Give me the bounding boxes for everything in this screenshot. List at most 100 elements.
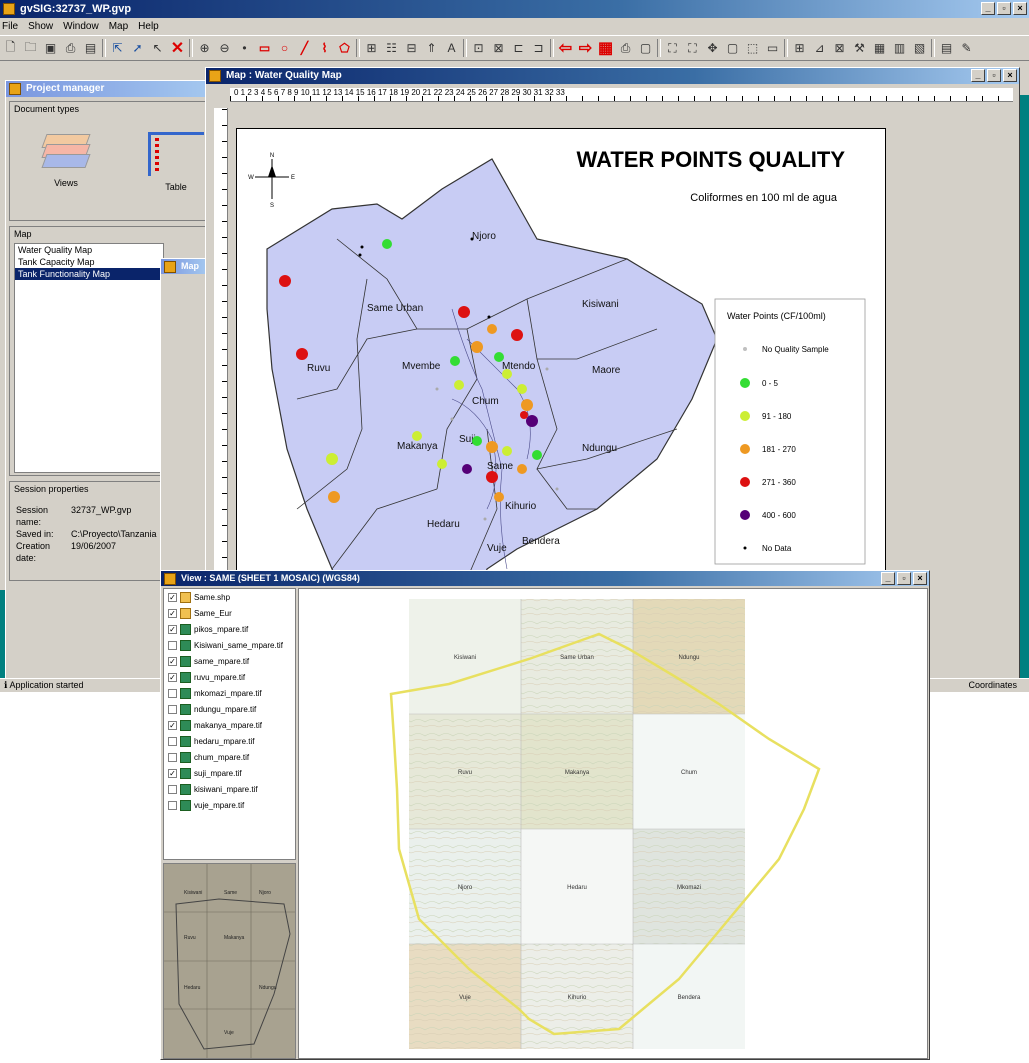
map-close-button[interactable]: ×: [1003, 69, 1017, 82]
layer-row[interactable]: ✓ makanya_mpare.tif: [164, 717, 295, 733]
map-maximize-button[interactable]: ▫: [987, 69, 1001, 82]
maximize-button[interactable]: ▫: [997, 2, 1011, 15]
line-icon[interactable]: ╱: [296, 40, 313, 57]
layer-table-of-contents[interactable]: ✓ Same.shp ✓ Same_Eur ✓ pikos_mpare.tif Kisiwa…: [163, 588, 296, 860]
layer-visibility-checkbox[interactable]: [168, 704, 177, 714]
settings-icon[interactable]: ▤: [938, 40, 955, 57]
layer-visibility-checkbox[interactable]: ✓: [168, 624, 177, 634]
secondary-map-window[interactable]: Map: [160, 258, 210, 578]
grid-icon[interactable]: ▦: [597, 40, 614, 57]
group-icon[interactable]: ⊡: [470, 40, 487, 57]
insert-legend-icon[interactable]: ☷: [383, 40, 400, 57]
layer-visibility-checkbox[interactable]: ✓: [168, 720, 177, 730]
tools-icon[interactable]: ⚒: [851, 40, 868, 57]
polygon-icon[interactable]: ⬠: [336, 40, 353, 57]
layer-row[interactable]: hedaru_mpare.tif: [164, 733, 295, 749]
close-button[interactable]: ×: [1013, 2, 1027, 15]
view-close-button[interactable]: ×: [913, 572, 927, 585]
insert-view-icon[interactable]: ⊞: [363, 40, 380, 57]
pan-left-icon[interactable]: ⇦: [557, 40, 574, 57]
minimize-button[interactable]: _: [981, 2, 995, 15]
menu-show[interactable]: Show: [28, 21, 53, 32]
layer-row[interactable]: ✓ pikos_mpare.tif: [164, 621, 295, 637]
view-minimize-button[interactable]: _: [881, 572, 895, 585]
layer-visibility-checkbox[interactable]: [168, 736, 177, 746]
new-file-icon[interactable]: 🗋: [2, 40, 19, 57]
layer-row[interactable]: chum_mpare.tif: [164, 749, 295, 765]
layer-visibility-checkbox[interactable]: [168, 784, 177, 794]
pan-icon[interactable]: ✥: [704, 40, 721, 57]
zoom-in-icon[interactable]: ⊕: [196, 40, 213, 57]
print-icon[interactable]: ⎙: [62, 40, 79, 57]
layer-row[interactable]: Kisiwani_same_mpare.tif: [164, 637, 295, 653]
printer-icon[interactable]: ⎙: [617, 40, 634, 57]
map-list-item[interactable]: Tank Capacity Map: [15, 256, 163, 268]
layer-row[interactable]: ✓ suji_mpare.tif: [164, 765, 295, 781]
next-extent-icon[interactable]: ▭: [764, 40, 781, 57]
insert-scale-icon[interactable]: ⊟: [403, 40, 420, 57]
layer-visibility-checkbox[interactable]: ✓: [168, 592, 177, 602]
select-arrow-icon[interactable]: ➚: [129, 40, 146, 57]
info-icon[interactable]: ⊞: [791, 40, 808, 57]
circle-icon[interactable]: ○: [276, 40, 293, 57]
polyline-icon[interactable]: ⌇: [316, 40, 333, 57]
properties-icon[interactable]: ▤: [82, 40, 99, 57]
pointer-icon[interactable]: ↖: [149, 40, 166, 57]
insert-text-icon[interactable]: A: [443, 40, 460, 57]
measure-icon[interactable]: ⊿: [811, 40, 828, 57]
layer-visibility-checkbox[interactable]: [168, 640, 177, 650]
pan-right-icon[interactable]: ⇨: [577, 40, 594, 57]
previous-extent-icon[interactable]: ⬚: [744, 40, 761, 57]
layer-row[interactable]: ✓ same_mpare.tif: [164, 653, 295, 669]
layer-row[interactable]: ✓ ruvu_mpare.tif: [164, 669, 295, 685]
views-doc-type[interactable]: Views: [40, 132, 92, 188]
coordinates-label: Coordinates: [968, 680, 1017, 690]
menu-help[interactable]: Help: [138, 21, 159, 32]
layer-visibility-checkbox[interactable]: ✓: [168, 608, 177, 618]
map-minimize-button[interactable]: _: [971, 69, 985, 82]
map-list-item-selected[interactable]: Tank Functionality Map: [15, 268, 163, 280]
north-arrow-icon[interactable]: ⇑: [423, 40, 440, 57]
frame-icon[interactable]: ▢: [637, 40, 654, 57]
map-list[interactable]: Water Quality Map Tank Capacity Map Tank…: [14, 243, 164, 473]
layer-row[interactable]: mkomazi_mpare.tif: [164, 685, 295, 701]
save-icon[interactable]: ▣: [42, 40, 59, 57]
layer-row[interactable]: kisiwani_mpare.tif: [164, 781, 295, 797]
layer-row[interactable]: ✓ Same_Eur: [164, 605, 295, 621]
wrench-icon[interactable]: ✎: [958, 40, 975, 57]
open-folder-icon[interactable]: 🗀: [22, 40, 39, 57]
order-icon[interactable]: ⊐: [530, 40, 547, 57]
layer-row[interactable]: ✓ Same.shp: [164, 589, 295, 605]
layer-visibility-checkbox[interactable]: [168, 800, 177, 810]
point-icon[interactable]: •: [236, 40, 253, 57]
zoom-out-icon[interactable]: ⊖: [216, 40, 233, 57]
table-doc-type[interactable]: Table: [148, 132, 204, 192]
layer-visibility-checkbox[interactable]: ✓: [168, 768, 177, 778]
zoom-to-selection-icon[interactable]: ⛶: [684, 40, 701, 57]
locator-map[interactable]: Kisiwani Same Njoro Ruvu Makanya Hedaru …: [163, 863, 296, 1059]
menu-map[interactable]: Map: [109, 21, 128, 32]
water-point: [517, 384, 527, 394]
map-list-item[interactable]: Water Quality Map: [15, 244, 163, 256]
area-icon[interactable]: ⊠: [831, 40, 848, 57]
delete-icon[interactable]: ✕: [169, 40, 186, 57]
layer-row[interactable]: ndungu_mpare.tif: [164, 701, 295, 717]
zoom-to-page-icon[interactable]: ⛶: [664, 40, 681, 57]
view-maximize-button[interactable]: ▫: [897, 572, 911, 585]
layer-row[interactable]: vuje_mpare.tif: [164, 797, 295, 813]
align-icon[interactable]: ⊏: [510, 40, 527, 57]
layer-visibility-checkbox[interactable]: [168, 752, 177, 762]
layer-visibility-checkbox[interactable]: [168, 688, 177, 698]
menu-window[interactable]: Window: [63, 21, 99, 32]
layer-visibility-checkbox[interactable]: ✓: [168, 656, 177, 666]
select-icon[interactable]: ⇱: [109, 40, 126, 57]
ungroup-icon[interactable]: ⊠: [490, 40, 507, 57]
menu-file[interactable]: File: [2, 21, 18, 32]
chart-icon[interactable]: ▥: [891, 40, 908, 57]
full-extent-icon[interactable]: ▢: [724, 40, 741, 57]
table-icon[interactable]: ▦: [871, 40, 888, 57]
map-view-canvas[interactable]: Kisiwani Same Urban Ndungu Ruvu Makanya …: [298, 588, 928, 1059]
layer-visibility-checkbox[interactable]: ✓: [168, 672, 177, 682]
rectangle-icon[interactable]: ▭: [256, 40, 273, 57]
layout-icon[interactable]: ▧: [911, 40, 928, 57]
